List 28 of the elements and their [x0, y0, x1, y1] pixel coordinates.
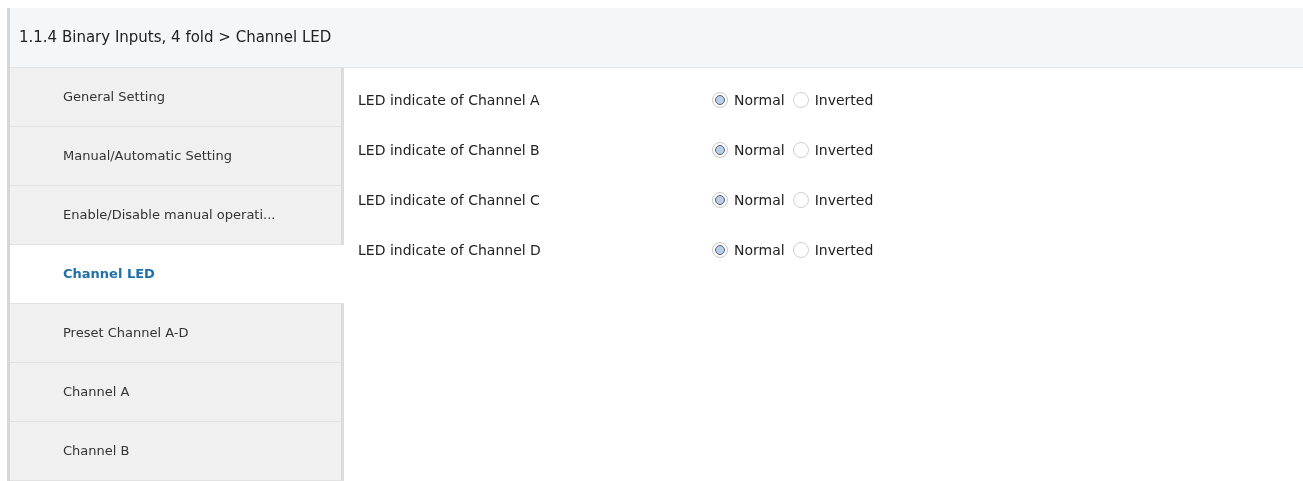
- radio-option[interactable]: Inverted: [792, 189, 874, 211]
- sidebar-item[interactable]: Channel A: [10, 363, 344, 422]
- radio-option[interactable]: Normal: [712, 189, 785, 211]
- radio-option[interactable]: Normal: [712, 89, 785, 111]
- parameter-label: LED indicate of Channel D: [358, 240, 542, 260]
- sidebar-item[interactable]: Enable/Disable manual operati...: [10, 186, 344, 245]
- radio-option[interactable]: Inverted: [792, 139, 874, 161]
- radio-option[interactable]: Normal: [712, 139, 785, 161]
- radio-button[interactable]: [712, 142, 728, 158]
- radio-button[interactable]: [792, 192, 809, 208]
- radio-button[interactable]: [792, 142, 809, 158]
- radio-option[interactable]: Inverted: [792, 239, 874, 261]
- radio-button[interactable]: [792, 92, 809, 108]
- sidebar-item[interactable]: Channel B: [10, 422, 344, 481]
- breadcrumb-header: 1.1.4 Binary Inputs, 4 fold > Channel LED: [10, 8, 1303, 68]
- radio-button[interactable]: [712, 242, 728, 258]
- parameter-label: LED indicate of Channel A: [358, 90, 541, 110]
- parameter-label: LED indicate of Channel C: [358, 190, 541, 210]
- radio-option[interactable]: Inverted: [792, 89, 874, 111]
- radio-button[interactable]: [712, 92, 728, 108]
- sidebar-item[interactable]: General Setting: [10, 68, 344, 127]
- sidebar-item[interactable]: Preset Channel A-D: [10, 304, 344, 363]
- radio-button[interactable]: [712, 192, 728, 208]
- sidebar-item[interactable]: Manual/Automatic Setting: [10, 127, 344, 186]
- radio-button[interactable]: [792, 242, 809, 258]
- sidebar-item[interactable]: Channel LED: [10, 245, 344, 304]
- parameter-label: LED indicate of Channel B: [358, 140, 541, 160]
- radio-option[interactable]: Normal: [712, 239, 785, 261]
